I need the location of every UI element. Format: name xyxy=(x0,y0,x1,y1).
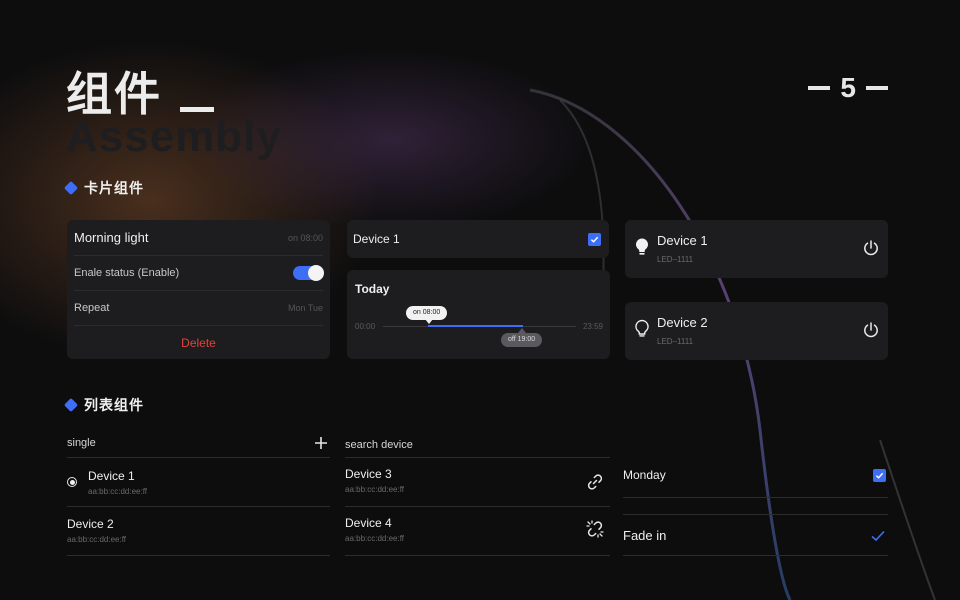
device-card-2[interactable]: Device 2 LED–1111 xyxy=(625,302,888,360)
enable-toggle[interactable] xyxy=(293,265,324,281)
on-tag-pointer xyxy=(425,319,433,324)
list-item[interactable]: Fade in xyxy=(623,527,887,547)
power-icon[interactable] xyxy=(862,239,880,262)
schedule-timeline-card: Today 00:00 23:59 on 08:00 off 19:00 xyxy=(347,270,610,359)
page-title: 组件 xyxy=(66,58,214,124)
off-tag-pointer xyxy=(518,328,526,333)
page-number: 5 xyxy=(808,72,888,104)
list-item[interactable]: Device 1 aa:bb:cc:dd:ee:ff xyxy=(67,468,330,502)
timeline-start-label: 00:00 xyxy=(355,322,376,331)
on-time-tag[interactable]: on 08:00 xyxy=(406,306,448,320)
device-check-card[interactable]: Device 1 xyxy=(347,220,609,258)
diamond-icon xyxy=(63,180,79,196)
alarm-title-row[interactable]: Morning light on 08:00 xyxy=(74,220,323,256)
repeat-row[interactable]: Repeat Mon Tue xyxy=(74,291,323,326)
list-item[interactable]: Device 3 aa:bb:cc:dd:ee:ff xyxy=(345,467,610,501)
list-item[interactable]: Device 4 aa:bb:cc:dd:ee:ff xyxy=(345,516,610,550)
bulb-off-icon xyxy=(633,319,651,344)
device-card-1[interactable]: Device 1 LED–1111 xyxy=(625,220,888,278)
timeline-end-label: 23:59 xyxy=(582,322,603,331)
delete-button[interactable]: Delete xyxy=(67,328,330,359)
enable-status-row: Enale status (Enable) xyxy=(74,256,324,291)
checkmark-icon[interactable] xyxy=(871,529,885,547)
list-item[interactable]: Device 2 aa:bb:cc:dd:ee:ff xyxy=(67,517,330,551)
checkbox-checked-icon[interactable] xyxy=(588,232,601,246)
diamond-icon xyxy=(63,397,79,413)
power-icon[interactable] xyxy=(862,321,880,344)
link-icon[interactable] xyxy=(585,472,605,497)
title-cursor xyxy=(180,107,214,112)
checkbox-checked-icon[interactable] xyxy=(873,469,886,482)
timeline-active-range xyxy=(428,325,523,327)
section-heading-lists: 列表组件 xyxy=(63,395,144,415)
alarm-settings-card: Morning light on 08:00 Enale status (Ena… xyxy=(67,220,330,359)
list-header-search: search device xyxy=(345,439,413,451)
unlink-icon[interactable] xyxy=(585,519,605,544)
add-icon[interactable] xyxy=(314,436,328,455)
bulb-on-icon xyxy=(633,237,651,262)
section-heading-cards: 卡片组件 xyxy=(63,178,144,198)
list-header-single: single xyxy=(67,437,96,449)
off-time-tag[interactable]: off 19:00 xyxy=(501,333,543,347)
list-item[interactable]: Monday xyxy=(623,467,887,487)
radio-selected-icon[interactable] xyxy=(67,477,77,487)
